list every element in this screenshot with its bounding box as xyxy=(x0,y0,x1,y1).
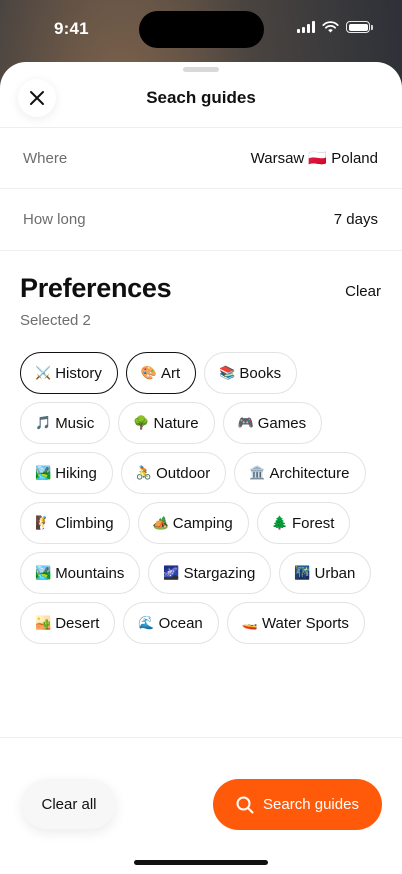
preference-chip-art[interactable]: 🎨 Art xyxy=(125,352,197,394)
preference-chip-water-sports[interactable]: 🚤 Water Sports xyxy=(226,602,365,644)
search-guides-sheet: Seach guides Where Warsaw 🇵🇱 Poland How … xyxy=(0,62,402,874)
chip-emoji-icon: 🎮 xyxy=(237,415,254,431)
how-long-label: How long xyxy=(23,211,86,228)
preference-chips: ⚔️ History 🎨 Art 📚 Books 🎵 Music 🌳 Nature 🎮 Games 🏞️… xyxy=(20,352,390,644)
preference-chip-books[interactable]: 📚 Books xyxy=(204,352,298,394)
chip-label: Stargazing xyxy=(183,564,256,582)
how-long-row[interactable]: How long 7 days xyxy=(0,189,402,251)
chip-emoji-icon: 🎵 xyxy=(35,415,52,431)
where-row[interactable]: Where Warsaw 🇵🇱 Poland xyxy=(0,127,402,189)
chip-label: Art xyxy=(161,364,181,382)
preferences-selected-count: Selected 2 xyxy=(20,312,91,329)
chip-label: Ocean xyxy=(158,614,203,632)
sheet-grabber[interactable] xyxy=(183,67,219,72)
preference-chip-ocean[interactable]: 🌊 Ocean xyxy=(123,602,219,644)
footer-divider xyxy=(0,737,402,738)
status-icons xyxy=(297,21,373,33)
preference-chip-desert[interactable]: 🏜️ Desert xyxy=(20,602,116,644)
preference-chip-architecture[interactable]: 🏛️ Architecture xyxy=(234,452,366,494)
chip-label: Music xyxy=(55,414,95,432)
chip-label: Nature xyxy=(153,414,199,432)
preference-chip-camping[interactable]: 🏕️ Camping xyxy=(137,502,249,544)
chip-emoji-icon: ⚔️ xyxy=(35,365,52,381)
chip-label: Climbing xyxy=(55,514,114,532)
status-bar: 9:41 xyxy=(0,0,402,58)
chip-label: Architecture xyxy=(269,464,350,482)
chip-label: Camping xyxy=(172,514,233,532)
chip-emoji-icon: 🏞️ xyxy=(35,465,52,481)
preferences-title: Preferences xyxy=(20,273,172,303)
phone-screen: 9:41 Seach guides Where Warsaw 🇵🇱 Poland xyxy=(0,0,402,874)
chip-emoji-icon: 🎨 xyxy=(140,365,158,381)
chip-emoji-icon: 🚤 xyxy=(241,615,258,631)
how-long-value: 7 days xyxy=(333,211,378,228)
chip-emoji-icon: 🏞️ xyxy=(35,565,52,581)
status-time: 9:41 xyxy=(54,19,89,38)
preferences-clear-button[interactable]: Clear xyxy=(345,283,381,300)
preference-chip-climbing[interactable]: 🧗 Climbing xyxy=(20,502,130,544)
chip-emoji-icon: 🧗 xyxy=(35,515,52,531)
cellular-signal-icon xyxy=(297,21,315,33)
dynamic-island xyxy=(139,11,264,48)
chip-emoji-icon: 🏜️ xyxy=(35,615,52,631)
preference-chip-hiking[interactable]: 🏞️ Hiking xyxy=(20,452,113,494)
chip-emoji-icon: 🚴 xyxy=(135,465,153,481)
chip-emoji-icon: 🌊 xyxy=(138,615,155,631)
preference-chip-games[interactable]: 🎮 Games xyxy=(222,402,323,444)
chip-label: Urban xyxy=(314,564,356,582)
chip-label: Forest xyxy=(291,514,335,532)
preference-chip-nature[interactable]: 🌳 Nature xyxy=(118,402,215,444)
preference-chip-music[interactable]: 🎵 Music xyxy=(20,402,111,444)
search-guides-label: Search guides xyxy=(263,796,359,813)
chip-label: Water Sports xyxy=(261,614,349,632)
chip-emoji-icon: 🌲 xyxy=(271,515,288,531)
chip-emoji-icon: 📚 xyxy=(219,365,236,381)
chip-emoji-icon: 🌌 xyxy=(163,565,180,581)
chip-label: Hiking xyxy=(55,464,97,482)
wifi-icon xyxy=(322,21,339,33)
chip-emoji-icon: 🌃 xyxy=(294,565,311,581)
chip-label: Mountains xyxy=(55,564,125,582)
where-label: Where xyxy=(23,149,68,167)
chip-emoji-icon: 🌳 xyxy=(133,415,150,431)
where-value: Warsaw 🇵🇱 Poland xyxy=(250,150,378,167)
search-icon xyxy=(236,796,254,813)
preference-chip-urban[interactable]: 🌃 Urban xyxy=(279,552,372,594)
chip-label: Games xyxy=(257,414,307,432)
battery-icon xyxy=(346,21,373,33)
preference-chip-mountains[interactable]: 🏞️ Mountains xyxy=(20,552,141,594)
chip-label: Desert xyxy=(55,614,100,632)
chip-label: History xyxy=(55,364,102,382)
search-guides-button[interactable]: Search guides xyxy=(213,779,382,830)
home-indicator xyxy=(134,860,268,865)
chip-emoji-icon: 🏛️ xyxy=(249,465,266,481)
chip-label: Outdoor xyxy=(156,464,211,482)
preference-chip-history[interactable]: ⚔️ History xyxy=(20,352,118,394)
clear-all-button[interactable]: Clear all xyxy=(22,779,116,829)
chip-label: Books xyxy=(239,364,282,382)
chip-emoji-icon: 🏕️ xyxy=(152,515,169,531)
preference-chip-stargazing[interactable]: 🌌 Stargazing xyxy=(148,552,272,594)
sheet-title: Seach guides xyxy=(146,88,256,107)
preference-chip-outdoor[interactable]: 🚴 Outdoor xyxy=(120,452,227,494)
preference-chip-forest[interactable]: 🌲 Forest xyxy=(256,502,351,544)
